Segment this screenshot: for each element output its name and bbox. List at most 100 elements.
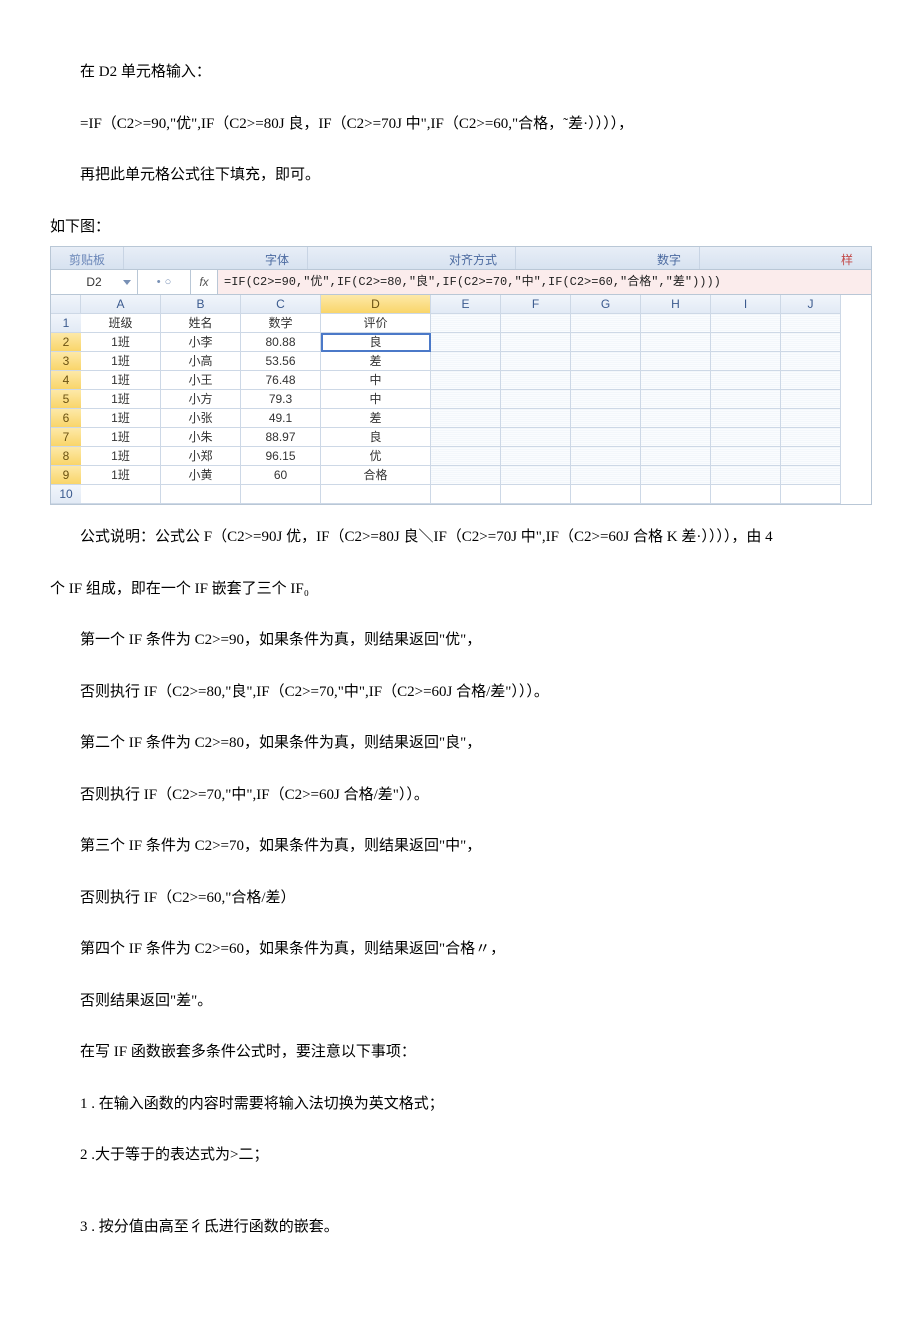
cell[interactable]: 96.15 (241, 447, 321, 466)
cell[interactable]: 中 (321, 390, 431, 409)
cell[interactable] (711, 485, 781, 504)
cell[interactable]: 小方 (161, 390, 241, 409)
ribbon-tab-number[interactable]: 数字 (639, 247, 700, 269)
row-header[interactable]: 1 (51, 314, 82, 333)
column-header[interactable]: H (641, 295, 711, 314)
cell[interactable]: 良 (321, 333, 431, 352)
cell[interactable] (641, 333, 711, 352)
select-all-corner[interactable] (51, 295, 81, 314)
cell[interactable] (501, 409, 571, 428)
cell[interactable] (431, 352, 501, 371)
cell[interactable]: 差 (321, 409, 431, 428)
cell[interactable] (571, 390, 641, 409)
cell[interactable] (571, 428, 641, 447)
ribbon-tab-clipboard[interactable]: 剪贴板 (51, 247, 124, 269)
cell[interactable] (641, 409, 711, 428)
cell[interactable] (781, 314, 841, 333)
column-header[interactable]: C (241, 295, 321, 314)
cell[interactable] (431, 428, 501, 447)
cell[interactable]: 53.56 (241, 352, 321, 371)
cell[interactable]: 小高 (161, 352, 241, 371)
cell[interactable] (501, 466, 571, 485)
cell[interactable] (641, 352, 711, 371)
cell[interactable] (641, 485, 711, 504)
column-header[interactable]: I (711, 295, 781, 314)
cell[interactable]: 小李 (161, 333, 241, 352)
row-header[interactable]: 3 (51, 352, 82, 371)
cell[interactable]: 数学 (241, 314, 321, 333)
ribbon-tab-style[interactable]: 样 (823, 247, 871, 269)
cell[interactable]: 1班 (81, 409, 161, 428)
cell[interactable] (571, 314, 641, 333)
cell[interactable] (161, 485, 241, 504)
cell[interactable] (571, 371, 641, 390)
cell[interactable] (711, 333, 781, 352)
row-header[interactable]: 7 (51, 428, 82, 447)
cell[interactable] (711, 466, 781, 485)
cell[interactable] (781, 466, 841, 485)
cell[interactable]: 班级 (81, 314, 161, 333)
cell[interactable] (81, 485, 161, 504)
row-header[interactable]: 4 (51, 371, 82, 390)
cell[interactable] (711, 352, 781, 371)
cell[interactable] (641, 428, 711, 447)
cell[interactable] (501, 447, 571, 466)
cell[interactable]: 1班 (81, 428, 161, 447)
cell[interactable] (501, 314, 571, 333)
cell[interactable] (431, 447, 501, 466)
row-header[interactable]: 9 (51, 466, 82, 485)
cell[interactable] (641, 314, 711, 333)
cell[interactable] (711, 409, 781, 428)
cell[interactable]: 49.1 (241, 409, 321, 428)
cell[interactable]: 1班 (81, 390, 161, 409)
cell[interactable] (571, 447, 641, 466)
cell[interactable]: 合格 (321, 466, 431, 485)
spreadsheet-grid[interactable]: ABCDEFGHIJ1班级姓名数学评价21班小李80.88良31班小高53.56… (51, 295, 871, 504)
cell[interactable]: 1班 (81, 371, 161, 390)
cell[interactable] (711, 447, 781, 466)
cell[interactable]: 小张 (161, 409, 241, 428)
fx-icon[interactable]: fx (191, 270, 218, 294)
row-header[interactable]: 10 (51, 485, 82, 504)
cell[interactable]: 79.3 (241, 390, 321, 409)
cell[interactable] (241, 485, 321, 504)
row-header[interactable]: 6 (51, 409, 82, 428)
name-box[interactable]: D2 (51, 270, 138, 294)
cell[interactable]: 优 (321, 447, 431, 466)
cell[interactable]: 1班 (81, 352, 161, 371)
cell[interactable]: 小朱 (161, 428, 241, 447)
cell[interactable] (501, 371, 571, 390)
cell[interactable] (501, 390, 571, 409)
cell[interactable]: 差 (321, 352, 431, 371)
cell[interactable] (571, 333, 641, 352)
cell[interactable]: 76.48 (241, 371, 321, 390)
cell[interactable]: 小黄 (161, 466, 241, 485)
row-header[interactable]: 8 (51, 447, 82, 466)
cell[interactable] (501, 352, 571, 371)
cell[interactable]: 小王 (161, 371, 241, 390)
cell[interactable]: 姓名 (161, 314, 241, 333)
cell[interactable]: 1班 (81, 466, 161, 485)
cell[interactable] (641, 447, 711, 466)
cell[interactable] (711, 390, 781, 409)
row-header[interactable]: 2 (51, 333, 82, 352)
cell[interactable] (501, 428, 571, 447)
cell[interactable] (571, 409, 641, 428)
cell[interactable]: 评价 (321, 314, 431, 333)
formula-bar[interactable]: =IF(C2>=90,"优",IF(C2>=80,"良",IF(C2>=70,"… (218, 270, 871, 294)
ribbon-tab-align[interactable]: 对齐方式 (431, 247, 516, 269)
cell[interactable]: 1班 (81, 447, 161, 466)
cell[interactable]: 良 (321, 428, 431, 447)
cell[interactable] (781, 390, 841, 409)
cell[interactable] (781, 428, 841, 447)
column-header[interactable]: B (161, 295, 241, 314)
row-header[interactable]: 5 (51, 390, 82, 409)
cell[interactable] (321, 485, 431, 504)
cell[interactable]: 88.97 (241, 428, 321, 447)
cell[interactable] (641, 371, 711, 390)
column-header[interactable]: J (781, 295, 841, 314)
column-header[interactable]: E (431, 295, 501, 314)
cell[interactable]: 1班 (81, 333, 161, 352)
cell[interactable] (711, 428, 781, 447)
cell[interactable] (711, 371, 781, 390)
